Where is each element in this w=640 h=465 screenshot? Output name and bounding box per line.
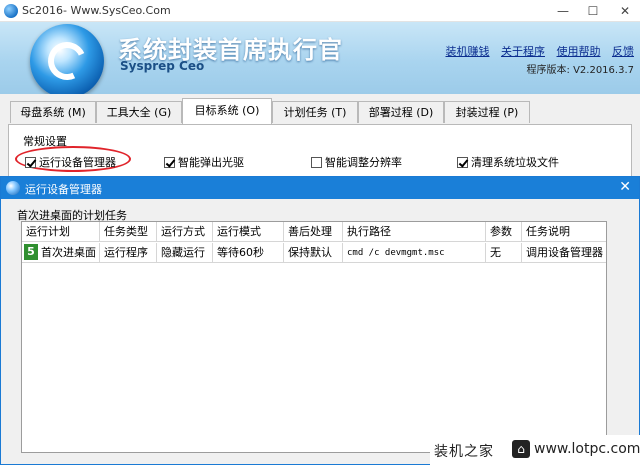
column-header[interactable]: 运行方式 (157, 222, 213, 242)
column-header[interactable]: 运行模式 (213, 222, 284, 242)
column-header[interactable]: 运行计划 (22, 222, 100, 242)
tab-tools[interactable]: 工具大全 (G) (96, 101, 182, 123)
cell-desc: 调用设备管理器 (526, 246, 603, 259)
maximize-button[interactable]: ☐ (578, 0, 608, 22)
close-button[interactable]: ✕ (610, 0, 640, 22)
link-earn[interactable]: 装机赚钱 (446, 45, 490, 58)
column-header[interactable]: 任务类型 (100, 222, 157, 242)
cell-args: 无 (486, 243, 522, 263)
tab-target-system[interactable]: 目标系统 (O) (182, 98, 272, 124)
option-label: 智能弹出光驱 (178, 156, 244, 169)
house-icon: ⌂ (512, 440, 530, 458)
dialog-title: 运行设备管理器 (25, 183, 102, 196)
app-root: Sc2016- Www.SysCeo.Com — ☐ ✕ 系统封装首席执行官 S… (0, 0, 640, 465)
checkbox-unchecked-icon[interactable] (311, 157, 322, 168)
header-links: 装机赚钱 关于程序 使用帮助 反馈 (438, 43, 635, 59)
option-label: 运行设备管理器 (39, 156, 116, 169)
window-title: Sc2016- Www.SysCeo.Com (22, 4, 171, 17)
device-manager-dialog: 运行设备管理器 ✕ 首次进桌面的计划任务 运行计划 任务类型 运行方式 运行模式… (0, 176, 640, 465)
header-banner: 系统封装首席执行官 Sysprep Ceo 装机赚钱 关于程序 使用帮助 反馈 … (0, 22, 640, 98)
cell-mode: 隐藏运行 (157, 243, 213, 263)
dialog-close-button[interactable]: ✕ (619, 179, 631, 195)
app-subtitle: Sysprep Ceo (120, 59, 205, 73)
dialog-body: 首次进桌面的计划任务 运行计划 任务类型 运行方式 运行模式 善后处理 执行路径… (1, 199, 639, 464)
watermark-text: 装机之家 (434, 444, 494, 460)
table-row[interactable]: 5 首次进桌面 运行程序 隐藏运行 等待60秒 保持默认 cmd /c devmg… (22, 243, 606, 263)
cell-plan: 5 首次进桌面 (22, 243, 100, 263)
tab-deploy[interactable]: 部署过程 (D) (358, 101, 444, 123)
option-label: 清理系统垃圾文件 (471, 156, 559, 169)
minimize-button[interactable]: — (548, 0, 578, 22)
tab-package[interactable]: 封装过程 (P) (444, 101, 530, 123)
dialog-app-icon (6, 181, 20, 195)
step-number-badge: 5 (24, 244, 38, 260)
dialog-titlebar: 运行设备管理器 ✕ (1, 177, 639, 199)
option-eject-cdrom[interactable]: 智能弹出光驱 (164, 154, 244, 170)
option-clean-junk[interactable]: 清理系统垃圾文件 (457, 154, 559, 170)
table-header: 运行计划 任务类型 运行方式 运行模式 善后处理 执行路径 参数 任务说明 (22, 222, 606, 242)
option-run-device-manager[interactable]: 运行设备管理器 (25, 154, 116, 170)
tab-master-system[interactable]: 母盘系统 (M) (10, 101, 96, 123)
cell-run-mode: 等待60秒 (213, 243, 284, 263)
checkbox-checked-icon[interactable] (25, 157, 36, 168)
column-header[interactable]: 任务说明 (522, 222, 606, 242)
cell-path: cmd /c devmgmt.msc (343, 243, 486, 263)
watermark: 装机之家 ⌂ www.lotpc.com (430, 435, 640, 465)
watermark-url: www.lotpc.com (534, 441, 640, 457)
cell-type: 运行程序 (100, 243, 157, 263)
tabs-area: 母盘系统 (M) 工具大全 (G) 目标系统 (O) 计划任务 (T) 部署过程… (0, 94, 640, 186)
option-label: 智能调整分辨率 (325, 156, 402, 169)
link-about[interactable]: 关于程序 (501, 45, 545, 58)
checkbox-checked-icon[interactable] (164, 157, 175, 168)
column-header[interactable]: 善后处理 (284, 222, 343, 242)
version-label: 程序版本: V2.2016.3.7 (526, 65, 634, 76)
app-logo-icon (4, 4, 18, 18)
link-help[interactable]: 使用帮助 (557, 45, 601, 58)
cell-after: 保持默认 (284, 243, 343, 263)
checkbox-checked-icon[interactable] (457, 157, 468, 168)
task-table[interactable]: 运行计划 任务类型 运行方式 运行模式 善后处理 执行路径 参数 任务说明 5首… (21, 221, 607, 453)
main-titlebar: Sc2016- Www.SysCeo.Com — ☐ ✕ (0, 0, 640, 22)
cell-plan-text: 首次进桌面 (41, 246, 96, 259)
column-header[interactable]: 执行路径 (343, 222, 486, 242)
column-header[interactable]: 参数 (486, 222, 522, 242)
option-adjust-resolution[interactable]: 智能调整分辨率 (311, 154, 402, 170)
link-feedback[interactable]: 反馈 (612, 45, 634, 58)
e-logo-icon (42, 36, 92, 86)
tab-scheduled-tasks[interactable]: 计划任务 (T) (272, 101, 358, 123)
app-logo (30, 24, 104, 98)
